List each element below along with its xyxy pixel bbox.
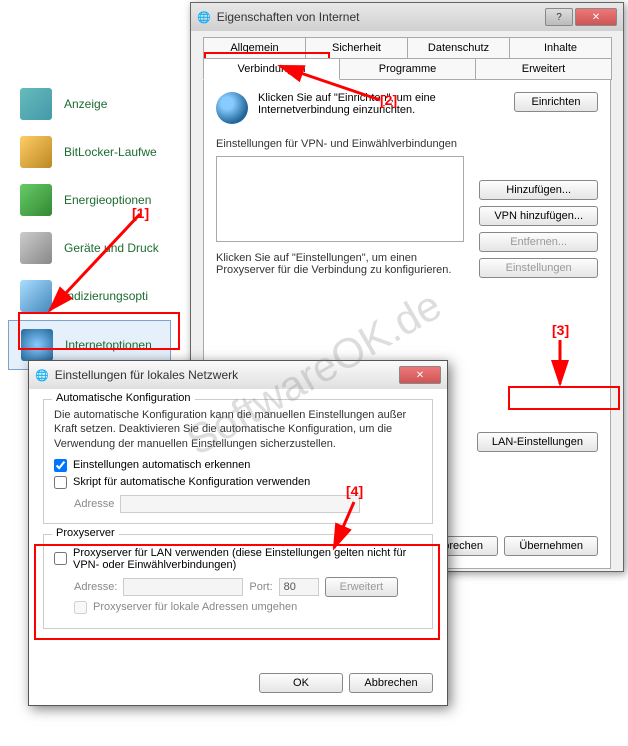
printer-icon <box>20 232 52 264</box>
auto-detect-checkbox[interactable] <box>54 459 67 472</box>
proxy-port-input <box>279 578 319 596</box>
display-icon <box>20 88 52 120</box>
lan-settings-dialog: 🌐 Einstellungen für lokales Netzwerk ✕ A… <box>28 360 448 706</box>
entfernen-button[interactable]: Entfernen... <box>479 232 598 252</box>
lock-icon <box>20 136 52 168</box>
search-icon <box>20 280 52 312</box>
proxy-address-input <box>123 578 243 596</box>
battery-icon <box>20 184 52 216</box>
close-button-lan[interactable]: ✕ <box>399 366 441 384</box>
auto-legend: Automatische Konfiguration <box>52 392 195 404</box>
uebernehmen-button[interactable]: Übernehmen <box>504 536 598 556</box>
window-icon: 🌐 <box>197 11 211 24</box>
dialog-title: Eigenschaften von Internet <box>217 10 539 24</box>
script-address-label: Adresse <box>74 498 114 510</box>
auto-text: Die automatische Konfiguration kann die … <box>54 408 422 451</box>
hinzufuegen-button[interactable]: Hinzufügen... <box>479 180 598 200</box>
bypass-local-checkbox <box>74 601 87 614</box>
vpn-hinzufuegen-button[interactable]: VPN hinzufügen... <box>479 206 598 226</box>
proxy-use-row[interactable]: Proxyserver für LAN verwenden (diese Ein… <box>54 547 422 571</box>
proxy-fieldset: Proxyserver Proxyserver für LAN verwende… <box>43 534 433 629</box>
tab-datenschutz[interactable]: Datenschutz <box>407 37 510 59</box>
tab-verbindungen[interactable]: Verbindungen <box>203 58 340 80</box>
auto-script-row[interactable]: Skript für automatische Konfiguration ve… <box>54 476 422 489</box>
cp-item-geraete[interactable]: Geräte und Druck <box>8 224 171 272</box>
proxy-use-checkbox[interactable] <box>54 552 67 565</box>
einrichten-button[interactable]: Einrichten <box>514 92 598 112</box>
setup-text: Klicken Sie auf "Einrichten", um eine In… <box>258 92 504 116</box>
auto-detect-row[interactable]: Einstellungen automatisch erkennen <box>54 459 422 472</box>
auto-config-fieldset: Automatische Konfiguration Die automatis… <box>43 399 433 524</box>
titlebar[interactable]: 🌐 Eigenschaften von Internet ? ✕ <box>191 3 623 31</box>
network-icon: 🌐 <box>35 369 49 382</box>
proxy-legend: Proxyserver <box>52 527 119 539</box>
lan-einstellungen-button[interactable]: LAN-Einstellungen <box>477 432 598 452</box>
script-address-input <box>120 495 360 513</box>
cp-item-bitlocker[interactable]: BitLocker-Laufwe <box>8 128 171 176</box>
help-button[interactable]: ? <box>545 8 573 26</box>
erweitert-button[interactable]: Erweitert <box>325 577 398 597</box>
proxy-help-text: Klicken Sie auf "Einstellungen", um eine… <box>216 252 476 276</box>
vpn-listbox[interactable] <box>216 156 464 242</box>
proxy-port-label: Port: <box>249 581 272 593</box>
tab-sicherheit[interactable]: Sicherheit <box>305 37 408 59</box>
tab-programme[interactable]: Programme <box>339 58 476 80</box>
ok-button-lan[interactable]: OK <box>259 673 343 693</box>
bypass-local-row[interactable]: Proxyserver für lokale Adressen umgehen <box>74 601 422 614</box>
tab-allgemein[interactable]: Allgemein <box>203 37 306 59</box>
cp-item-anzeige[interactable]: Anzeige <box>8 80 171 128</box>
tab-erweitert[interactable]: Erweitert <box>475 58 612 80</box>
titlebar-lan[interactable]: 🌐 Einstellungen für lokales Netzwerk ✕ <box>29 361 447 389</box>
einstellungen-button[interactable]: Einstellungen <box>479 258 598 278</box>
tab-inhalte[interactable]: Inhalte <box>509 37 612 59</box>
auto-script-checkbox[interactable] <box>54 476 67 489</box>
proxy-address-label: Adresse: <box>74 581 117 593</box>
dialog2-title: Einstellungen für lokales Netzwerk <box>55 368 393 382</box>
highlight-box-1 <box>18 312 180 350</box>
vpn-group-label: Einstellungen für VPN- und Einwählverbin… <box>216 138 598 150</box>
globe-icon <box>216 92 248 124</box>
close-button[interactable]: ✕ <box>575 8 617 26</box>
cp-item-energie[interactable]: Energieoptionen <box>8 176 171 224</box>
abbrechen-button-lan[interactable]: Abbrechen <box>349 673 433 693</box>
